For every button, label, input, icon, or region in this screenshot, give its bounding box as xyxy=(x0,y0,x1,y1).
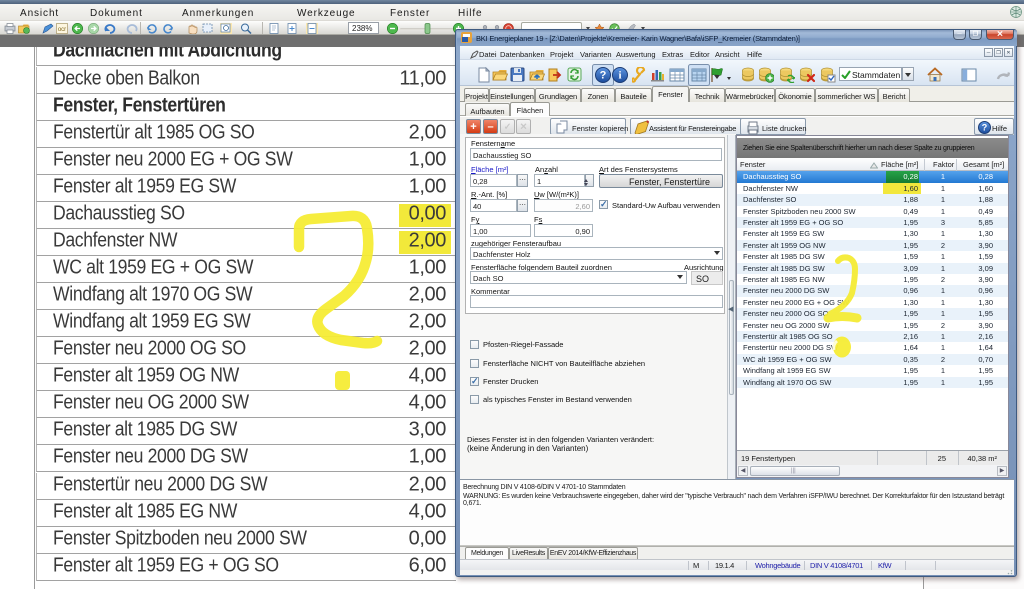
svg-text:?: ? xyxy=(600,70,607,82)
svg-text:?: ? xyxy=(982,123,988,133)
svg-text:ocr: ocr xyxy=(58,27,66,33)
svg-text:i: i xyxy=(618,70,621,82)
